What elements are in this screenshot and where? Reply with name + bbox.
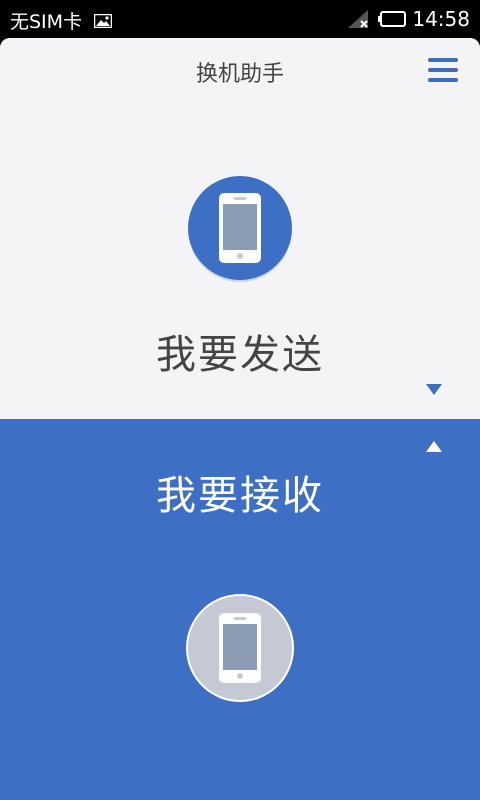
menu-line bbox=[428, 78, 458, 82]
send-label: 我要发送 bbox=[156, 332, 324, 378]
phone-icon bbox=[219, 193, 261, 263]
receive-phone-circle[interactable] bbox=[186, 594, 294, 702]
app-window: 我要发送 换机助手 我要接收 bbox=[0, 38, 480, 800]
phone-icon bbox=[219, 613, 261, 683]
receive-label: 我要接收 bbox=[156, 473, 324, 519]
carrier-text: 无SIM卡 bbox=[10, 11, 83, 33]
receive-section[interactable]: 我要接收 bbox=[0, 419, 480, 800]
arrow-down-icon bbox=[426, 384, 442, 395]
status-left: 无SIM卡 bbox=[10, 7, 113, 34]
hamburger-menu-icon bbox=[428, 58, 458, 62]
image-icon bbox=[94, 13, 113, 28]
status-time: 14:58 bbox=[412, 7, 470, 31]
menu-button[interactable] bbox=[428, 56, 460, 84]
status-right: 14:58 bbox=[346, 7, 470, 31]
menu-line bbox=[428, 68, 458, 72]
signal-no-sim-icon bbox=[348, 10, 369, 28]
page-title: 换机助手 bbox=[195, 62, 284, 87]
status-bar: 无SIM卡 14:58 bbox=[0, 0, 480, 38]
send-phone-circle[interactable] bbox=[188, 176, 292, 280]
arrow-up-icon bbox=[426, 441, 442, 452]
app-header: 换机助手 bbox=[0, 38, 480, 104]
battery-icon bbox=[378, 11, 407, 27]
